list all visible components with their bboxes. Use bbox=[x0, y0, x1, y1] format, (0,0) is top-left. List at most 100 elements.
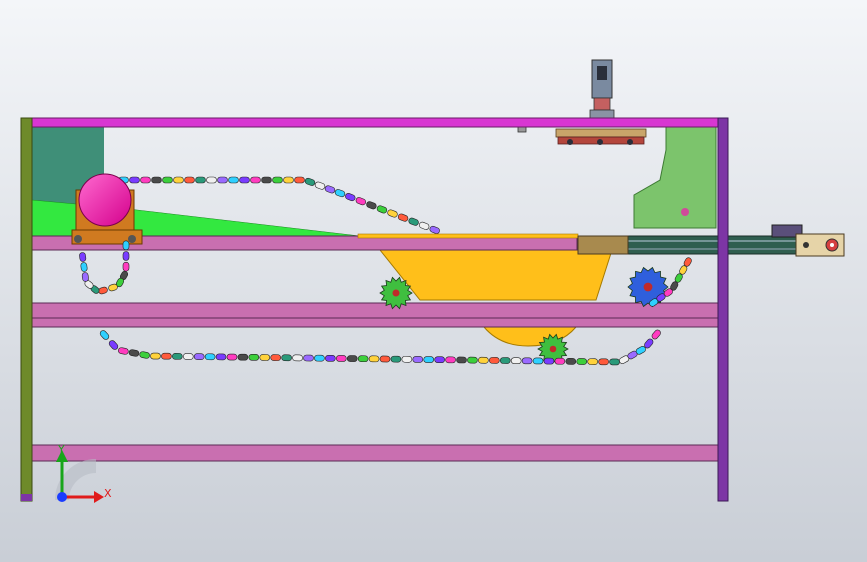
chain-link-icon bbox=[434, 356, 445, 364]
chain-link-icon bbox=[228, 176, 239, 184]
chain-link-icon bbox=[250, 176, 261, 184]
chain-link-icon bbox=[99, 330, 110, 340]
chain-link-icon bbox=[128, 349, 140, 357]
chain-link-icon bbox=[325, 354, 336, 362]
chain-link-icon bbox=[118, 347, 129, 355]
chain-link-icon bbox=[499, 357, 511, 364]
chain-link-icon bbox=[334, 189, 346, 198]
chain-link-icon bbox=[237, 353, 249, 361]
chain-link-icon bbox=[346, 355, 358, 362]
chain-link-icon bbox=[419, 221, 430, 230]
chain-link-icon bbox=[226, 353, 238, 361]
chain-link-icon bbox=[408, 217, 419, 226]
chain-link-icon bbox=[259, 354, 271, 361]
chain-link-icon bbox=[139, 351, 150, 359]
chain-link-icon bbox=[79, 252, 87, 262]
chain-link-icon bbox=[609, 358, 620, 366]
chain-link-icon bbox=[521, 357, 533, 365]
chain-link-icon bbox=[429, 225, 440, 234]
chain-link-icon bbox=[376, 205, 388, 214]
chain-link-icon bbox=[122, 251, 130, 261]
chain-link-icon bbox=[151, 176, 162, 184]
chain-link-icon bbox=[576, 358, 588, 365]
chain-link-icon bbox=[161, 352, 172, 360]
chain-link-icon bbox=[554, 357, 566, 365]
guide-rail-strip bbox=[357, 233, 579, 239]
yellow-hopper bbox=[378, 249, 613, 301]
chain-link-icon bbox=[204, 353, 216, 361]
end-bolt bbox=[803, 242, 809, 248]
left-post-foot bbox=[21, 494, 32, 501]
chain-link-icon bbox=[478, 356, 489, 364]
chain-link-icon bbox=[565, 358, 577, 365]
right-post bbox=[717, 117, 729, 502]
chain-link-icon bbox=[314, 181, 326, 190]
bottom-beam bbox=[31, 444, 719, 462]
machine-drawing: Y X bbox=[20, 59, 845, 503]
chain-link-icon bbox=[270, 354, 281, 361]
chain-link-icon bbox=[379, 355, 391, 363]
chain-link-icon bbox=[423, 356, 435, 363]
chain-link-icon bbox=[193, 353, 205, 360]
chain-link-icon bbox=[81, 272, 89, 282]
chain-link-icon bbox=[140, 176, 151, 184]
chain-link-icon bbox=[401, 355, 413, 363]
chain-link-icon bbox=[368, 355, 380, 363]
left-post bbox=[20, 117, 33, 502]
chain-link-icon bbox=[651, 329, 661, 340]
chain-link-icon bbox=[314, 354, 325, 362]
x-axis-label: X bbox=[104, 487, 112, 500]
chain-link-icon bbox=[489, 357, 500, 364]
right-support-bracket bbox=[633, 126, 717, 229]
chain-link-icon bbox=[304, 177, 316, 186]
chain-link-icon bbox=[445, 356, 456, 364]
chain-link-icon bbox=[173, 176, 184, 184]
chain-link-icon bbox=[366, 201, 377, 210]
chain-link-icon bbox=[248, 354, 260, 361]
chain-link-icon bbox=[587, 358, 598, 365]
chain-link-icon bbox=[397, 213, 409, 222]
chain-link-icon bbox=[108, 340, 119, 350]
rail-end-block bbox=[577, 235, 629, 255]
end-bearing-bore bbox=[830, 243, 834, 247]
chain-link-icon bbox=[215, 353, 227, 361]
bracket-bolt bbox=[681, 208, 689, 216]
chain-link-icon bbox=[412, 356, 424, 363]
chain-link-icon bbox=[80, 262, 88, 272]
chain-link-icon bbox=[387, 209, 398, 218]
chain-link-icon bbox=[357, 355, 369, 363]
lower-conveyor-chain bbox=[99, 329, 661, 366]
chain-link-icon bbox=[129, 176, 140, 184]
chain-link-icon bbox=[292, 354, 303, 362]
chain-link-icon bbox=[598, 358, 609, 366]
middle-beam bbox=[31, 302, 719, 328]
y-axis-label: Y bbox=[57, 443, 65, 456]
chain-link-icon bbox=[195, 176, 206, 184]
chain-link-icon bbox=[172, 353, 183, 360]
frame-top-bar bbox=[20, 117, 728, 128]
chain-link-icon bbox=[294, 176, 305, 184]
chain-link-icon bbox=[261, 176, 272, 184]
chain-link-icon bbox=[303, 354, 314, 362]
top-feeder-unit bbox=[555, 59, 647, 145]
chain-link-icon bbox=[467, 356, 478, 364]
chain-link-icon bbox=[162, 176, 173, 184]
chain-link-icon bbox=[182, 353, 194, 360]
chain-link-icon bbox=[150, 352, 161, 360]
chain-link-icon bbox=[390, 355, 402, 363]
chain-link-icon bbox=[543, 357, 555, 365]
chain-link-icon bbox=[281, 354, 292, 362]
chain-link-icon bbox=[217, 176, 228, 184]
chain-link-icon bbox=[108, 283, 118, 292]
chain-link-icon bbox=[184, 176, 195, 184]
chain-link-icon bbox=[122, 240, 130, 251]
chain-link-icon bbox=[272, 176, 283, 184]
chain-link-icon bbox=[122, 261, 130, 272]
chain-link-icon bbox=[283, 176, 294, 184]
chain-link-icon bbox=[456, 356, 467, 364]
chain-link-icon bbox=[345, 193, 356, 202]
cad-viewport[interactable]: Y X bbox=[0, 0, 867, 562]
chain-link-icon bbox=[239, 176, 250, 184]
chain-link-icon bbox=[355, 197, 366, 206]
chain-link-icon bbox=[206, 176, 217, 184]
